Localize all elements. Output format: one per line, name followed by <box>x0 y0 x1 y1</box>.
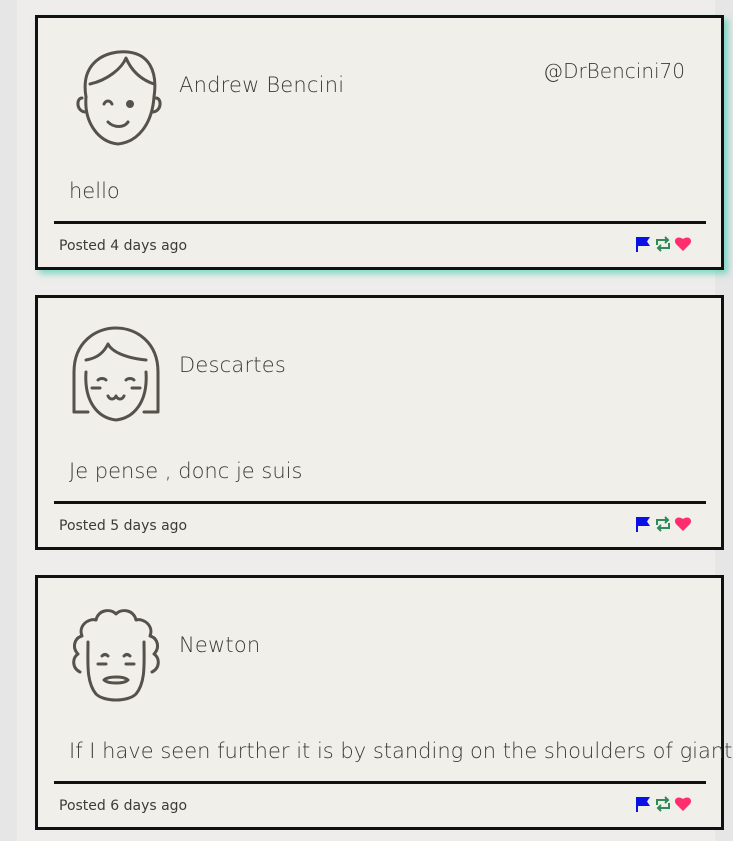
author-name[interactable]: Andrew Bencini <box>179 73 344 97</box>
heart-icon[interactable] <box>674 795 692 813</box>
flag-icon[interactable] <box>634 235 652 253</box>
divider <box>54 781 706 784</box>
tweet-text: hello <box>69 179 120 203</box>
author-handle[interactable]: @DrBencini70 <box>543 59 685 83</box>
retweet-icon[interactable] <box>654 795 672 813</box>
author-name[interactable]: Descartes <box>179 353 286 377</box>
tweet-actions <box>634 795 692 813</box>
flag-icon[interactable] <box>634 515 652 533</box>
curly-hair-avatar-icon <box>68 602 164 712</box>
posted-time: Posted 6 days ago <box>59 798 188 814</box>
heart-icon[interactable] <box>674 515 692 533</box>
tweet-text: If I have seen further it is by standing… <box>69 739 733 763</box>
flag-icon[interactable] <box>634 795 652 813</box>
heart-icon[interactable] <box>674 235 692 253</box>
tweet-actions <box>634 235 692 253</box>
retweet-icon[interactable] <box>654 515 672 533</box>
tweet-actions <box>634 515 692 533</box>
tweet-card: Newton If I have seen further it is by s… <box>35 575 733 830</box>
author-name[interactable]: Newton <box>179 633 260 657</box>
tweet-text: Je pense , donc je suis <box>69 459 303 483</box>
posted-time: Posted 5 days ago <box>59 518 188 534</box>
girl-avatar-icon <box>68 322 164 432</box>
divider <box>54 221 706 224</box>
tweet-card: Andrew Bencini @DrBencini70 hello Posted… <box>35 15 724 270</box>
feed-column: Andrew Bencini @DrBencini70 hello Posted… <box>17 0 733 841</box>
divider <box>54 501 706 504</box>
retweet-icon[interactable] <box>654 235 672 253</box>
tweet-card: Descartes Je pense , donc je suis Posted… <box>35 295 724 550</box>
boy-avatar-icon <box>68 42 164 152</box>
posted-time: Posted 4 days ago <box>59 238 188 254</box>
